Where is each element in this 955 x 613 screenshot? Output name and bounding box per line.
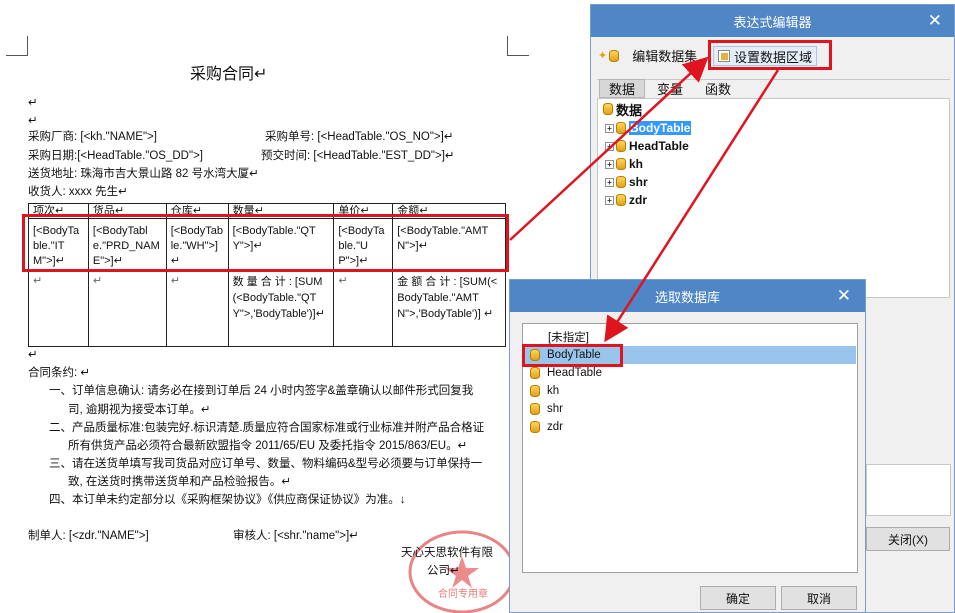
arrow-table-to-region xyxy=(509,56,709,241)
annotation-arrows xyxy=(509,56,780,343)
arrow-region-to-bodytable xyxy=(604,69,780,343)
